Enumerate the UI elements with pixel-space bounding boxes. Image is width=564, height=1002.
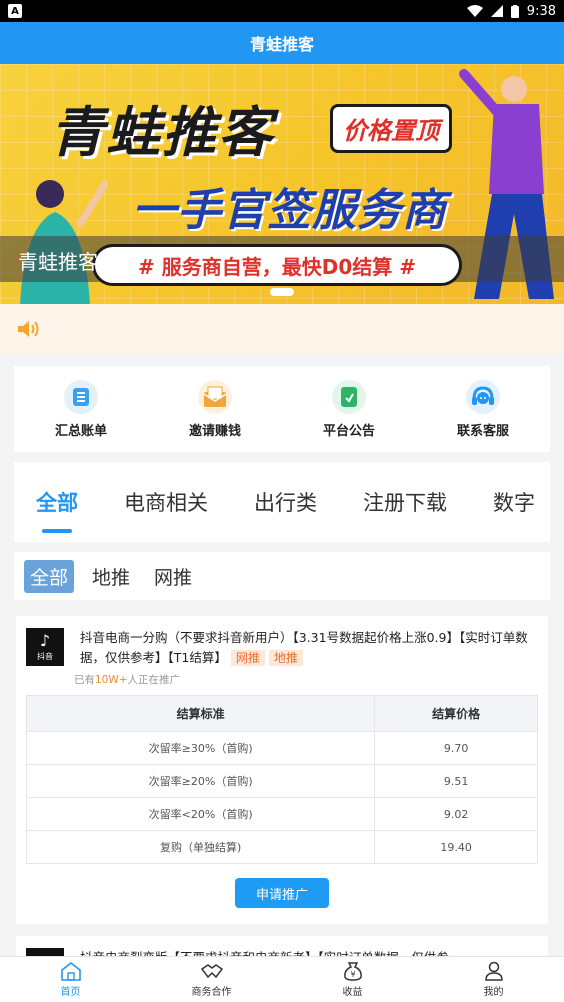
column-header-standard: 结算标准 <box>25 695 376 732</box>
quick-menu: 汇总账单 邀请赚钱 平台公告 联系客服 <box>14 366 550 452</box>
banner-figure-left <box>20 180 109 304</box>
tab-register-download[interactable]: 注册下载 <box>363 487 447 517</box>
music-note-icon: ♪ <box>39 630 51 650</box>
quick-item-label: 汇总账单 <box>54 423 107 439</box>
bill-icon <box>64 379 98 414</box>
settlement-price: 9.70 <box>374 731 538 765</box>
status-app-badge: A <box>8 4 22 18</box>
douyin-logo: ♪ 抖音 <box>26 628 64 666</box>
table-row: 次留率<20%（首购) 9.02 <box>25 797 538 831</box>
product-title-text: 抖音电商一分购（不要求抖音新用户）【3.31号数据起价格上涨0.9】【实时订单数… <box>80 630 528 665</box>
banner-caption: 青蛙推客 <box>18 250 98 274</box>
notice-bar[interactable] <box>0 304 564 354</box>
app-root: A 9:38 青蛙推客 青蛙推客 价格置顶 一手官签服务商 # 服务商自营，最快… <box>0 0 564 1002</box>
promo-count: 10W+ <box>95 674 128 686</box>
nav-home[interactable]: 首页 <box>31 961 111 998</box>
apply-wrapper: 申请推广 <box>26 878 538 908</box>
product-card-header: ♪ 抖音 抖音电商一分购（不要求抖音新用户）【3.31号数据起价格上涨0.9】【… <box>26 628 538 668</box>
settlement-table: 结算标准 结算价格 次留率≥30%（首购) 9.70 次留率≥20%（首购) 9… <box>25 695 538 864</box>
banner-page-indicator <box>270 288 294 296</box>
tab-travel[interactable]: 出行类 <box>254 487 317 517</box>
settlement-standard: 次留率<20%（首购) <box>25 797 376 831</box>
promo-prefix: 已有 <box>74 674 95 686</box>
promotion-type-tabs: 全部 地推 网推 <box>14 552 550 600</box>
nav-business[interactable]: 商务合作 <box>172 961 252 998</box>
column-header-price: 结算价格 <box>374 695 538 732</box>
envelope-icon <box>198 379 232 414</box>
category-tabs: 全部 电商相关 出行类 注册下载 数字 <box>14 462 550 542</box>
apply-promotion-button[interactable]: 申请推广 <box>235 878 329 908</box>
nav-profile[interactable]: 我的 <box>454 961 534 998</box>
battery-icon <box>510 4 519 18</box>
quick-item-label: 邀请赚钱 <box>188 423 241 439</box>
svg-text:¥: ¥ <box>350 970 355 979</box>
money-bag-icon: ¥ <box>343 962 362 981</box>
banner-subheadline: 一手官签服务商 <box>132 185 447 236</box>
handshake-icon <box>200 964 223 979</box>
settlement-standard: 次留率≥30%（首购) <box>25 731 376 765</box>
chip-offline: 地推 <box>268 650 303 666</box>
settlement-price: 9.51 <box>374 764 538 798</box>
user-icon <box>484 961 503 981</box>
tab-digital[interactable]: 数字 <box>493 487 535 517</box>
promo-suffix: 人正在推广 <box>127 674 181 686</box>
settlement-price: 19.40 <box>374 830 538 864</box>
nav-earnings[interactable]: ¥ 收益 <box>313 961 393 998</box>
product-title: 抖音电商一分购（不要求抖音新用户）【3.31号数据起价格上涨0.9】【实时订单数… <box>80 628 538 668</box>
quick-item-label: 联系客服 <box>456 423 509 439</box>
table-header-row: 结算标准 结算价格 <box>25 695 538 732</box>
table-row: 复购（单独结算) 19.40 <box>25 830 538 864</box>
subtab-all[interactable]: 全部 <box>24 559 75 593</box>
quick-item-announcement[interactable]: 平台公告 <box>299 379 399 439</box>
wifi-icon <box>466 5 483 17</box>
signal-icon <box>490 5 503 17</box>
logo-text: 抖音 <box>37 651 53 661</box>
promoter-count: 已有10W+人正在推广 <box>74 672 538 687</box>
status-right: 9:38 <box>466 3 556 19</box>
speaker-icon <box>18 321 39 337</box>
subtab-online[interactable]: 网推 <box>148 560 198 593</box>
quick-item-support[interactable]: 联系客服 <box>433 379 533 439</box>
tab-ecommerce[interactable]: 电商相关 <box>124 487 208 517</box>
nav-label: 收益 <box>342 987 363 998</box>
quick-item-label: 平台公告 <box>322 423 375 439</box>
quick-item-invite[interactable]: 邀请赚钱 <box>165 379 265 439</box>
settlement-standard: 复购（单独结算) <box>25 830 376 864</box>
quick-item-bill[interactable]: 汇总账单 <box>31 379 131 439</box>
table-row: 次留率≥30%（首购) 9.70 <box>25 731 538 765</box>
home-icon <box>60 961 81 981</box>
table-row: 次留率≥20%（首购) 9.51 <box>25 764 538 798</box>
settlement-standard: 次留率≥20%（首购) <box>25 764 376 798</box>
nav-label: 首页 <box>60 987 81 998</box>
bottom-navigation: 首页 商务合作 ¥ 收益 我的 <box>0 956 564 1002</box>
headset-icon <box>466 379 500 414</box>
banner-tag: 价格置顶 <box>330 104 452 153</box>
banner-headline: 青蛙推客 <box>50 101 274 164</box>
app-bar: 青蛙推客 <box>0 22 564 64</box>
subtab-offline[interactable]: 地推 <box>86 560 136 593</box>
product-card[interactable]: ♪ 抖音 抖音电商一分购（不要求抖音新用户）【3.31号数据起价格上涨0.9】【… <box>16 616 548 924</box>
status-time: 9:38 <box>526 3 556 19</box>
announcement-icon <box>332 379 366 414</box>
settlement-price: 9.02 <box>374 797 538 831</box>
tab-all[interactable]: 全部 <box>36 487 78 533</box>
promo-banner[interactable]: 青蛙推客 价格置顶 一手官签服务商 # 服务商自营，最快D0结算 # 青蛙推客 <box>0 64 564 304</box>
chip-online: 网推 <box>230 650 265 666</box>
page-title: 青蛙推客 <box>249 35 314 54</box>
nav-label: 商务合作 <box>191 987 232 998</box>
status-bar: A 9:38 <box>0 0 564 22</box>
banner-slogan: # 服务商自营，最快D0结算 # <box>92 244 462 286</box>
nav-label: 我的 <box>483 987 504 998</box>
